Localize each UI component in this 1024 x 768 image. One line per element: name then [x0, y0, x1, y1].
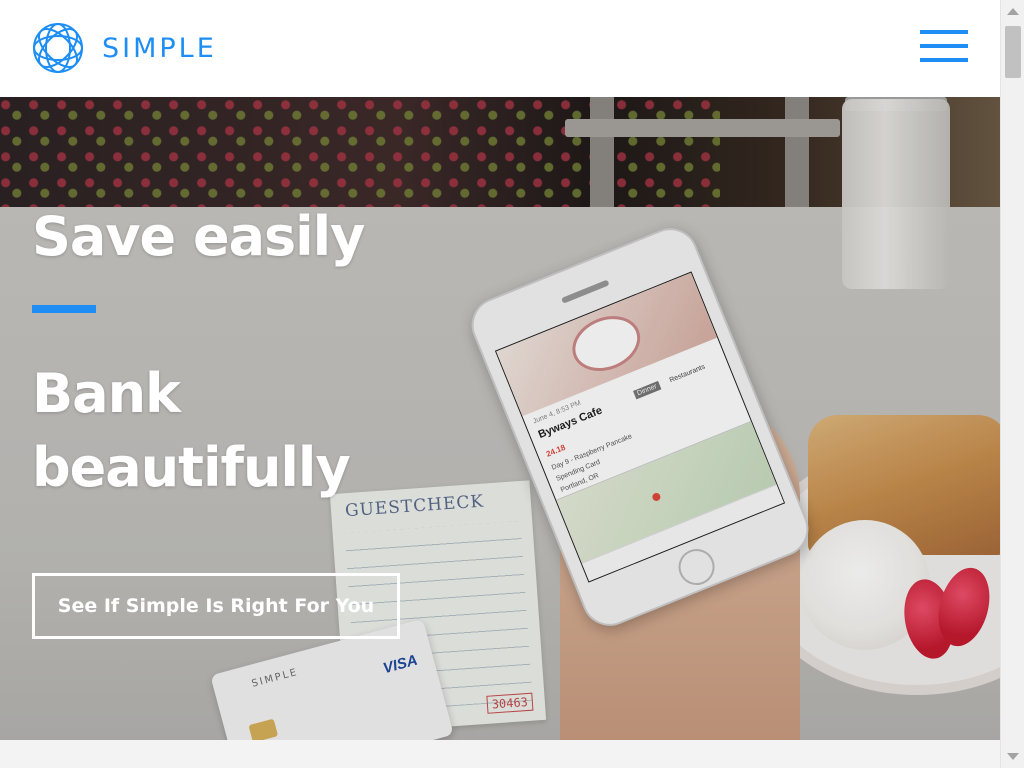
vertical-scrollbar[interactable] [1000, 0, 1024, 768]
hero-section: GUESTCHECK 30463 SIMPLE VISA June 4, 8:5… [0, 97, 1000, 740]
brand-name[interactable]: SIMPLE [102, 31, 217, 67]
menu-bar [920, 58, 968, 62]
page: SIMPLE GUESTCHECK 30463 SIMPLE VISA June… [0, 0, 1024, 768]
menu-bar [920, 30, 968, 34]
next-section [0, 740, 1000, 768]
cta-button[interactable]: See If Simple Is Right For You [32, 573, 400, 639]
simple-logo-icon[interactable] [31, 21, 85, 75]
hero-headline: Save easily [32, 205, 365, 268]
scroll-down-arrow-icon[interactable] [1007, 753, 1019, 760]
hamburger-menu-icon[interactable] [920, 30, 968, 64]
accent-bar [32, 305, 96, 313]
site-header: SIMPLE [0, 0, 1000, 97]
scroll-up-arrow-icon[interactable] [1007, 8, 1019, 15]
menu-bar [920, 44, 968, 48]
hero-subheadline: Bank beautifully [32, 362, 351, 499]
scrollbar-thumb[interactable] [1005, 26, 1021, 78]
